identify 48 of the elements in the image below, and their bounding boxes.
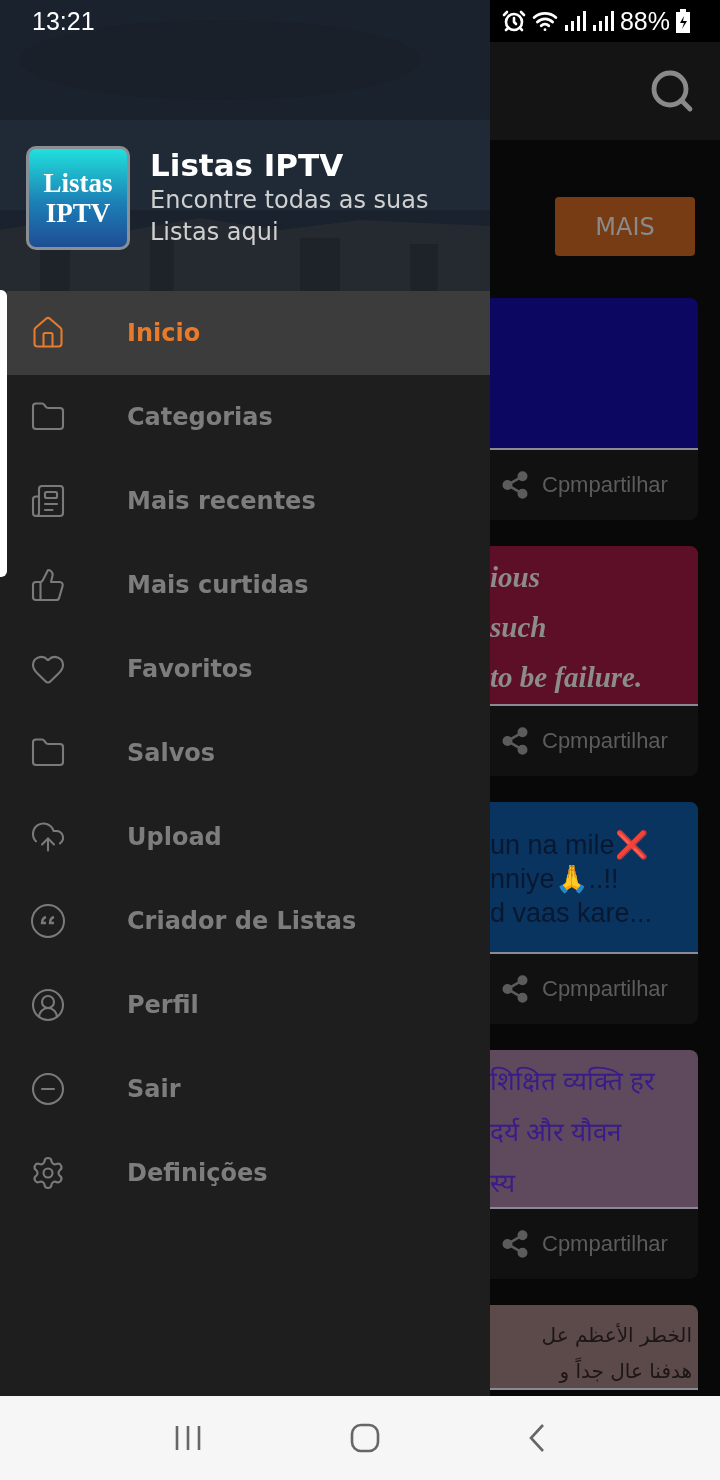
quote-text: الخطر الأعظم عل <box>541 1322 692 1349</box>
drawer-item[interactable]: Mais recentes <box>7 459 490 543</box>
quote-text: هدفنا عال جداً و <box>559 1356 692 1385</box>
more-button[interactable]: MAIS <box>555 197 695 256</box>
share-icon[interactable] <box>500 1229 530 1259</box>
share-label[interactable]: Cpmpartilhar <box>542 472 668 498</box>
exit-icon <box>30 1071 66 1107</box>
logo-text: Listas <box>43 168 113 197</box>
home-icon[interactable] <box>350 1423 380 1453</box>
drawer-item[interactable]: Salvos <box>7 711 490 795</box>
drawer-item[interactable]: Inicio <box>7 291 490 375</box>
drawer-item[interactable]: Sair <box>7 1047 490 1131</box>
signal-icon <box>563 11 586 31</box>
alarm-icon <box>501 9 526 33</box>
quote-text: nniye🙏..!! <box>490 863 620 896</box>
status-time: 13:21 <box>32 6 95 36</box>
back-icon[interactable] <box>528 1423 546 1453</box>
app-subtitle: Encontre todas as suas <box>150 185 429 216</box>
drawer-item[interactable]: Upload <box>7 795 490 879</box>
quote-text: to be failure. <box>490 660 644 695</box>
edge-handle[interactable] <box>0 290 7 577</box>
share-label[interactable]: Cpmpartilhar <box>542 976 668 1002</box>
drawer-item[interactable]: Definições <box>7 1131 490 1215</box>
drawer-item[interactable]: Favoritos <box>7 627 490 711</box>
settings-icon <box>30 1155 66 1191</box>
quote-icon <box>30 903 66 939</box>
quote-text: such <box>490 610 548 645</box>
share-icon[interactable] <box>500 470 530 500</box>
thumbs-up-icon <box>30 567 66 603</box>
signal-icon <box>591 11 614 31</box>
share-icon[interactable] <box>500 726 530 756</box>
quote-text: ious <box>490 560 541 595</box>
share-label[interactable]: Cpmpartilhar <box>542 728 668 754</box>
share-icon[interactable] <box>500 974 530 1004</box>
share-label[interactable]: Cpmpartilhar <box>542 1231 668 1257</box>
drawer-item[interactable]: Categorias <box>7 375 490 459</box>
battery-icon <box>676 9 690 33</box>
user-icon <box>30 987 66 1023</box>
logo-text: IPTV <box>45 199 111 228</box>
drawer-item[interactable]: Mais curtidas <box>7 543 490 627</box>
app-subtitle: Listas aqui <box>150 217 280 248</box>
app-title: Listas IPTV <box>150 146 345 184</box>
house-icon <box>30 315 66 351</box>
battery-percent: 88% <box>619 6 670 36</box>
newspaper-icon <box>30 483 66 519</box>
drawer-item[interactable]: Perfil <box>7 963 490 1047</box>
recent-apps-icon[interactable] <box>174 1425 202 1451</box>
drawer-item[interactable]: Criador de Listas <box>7 879 490 963</box>
